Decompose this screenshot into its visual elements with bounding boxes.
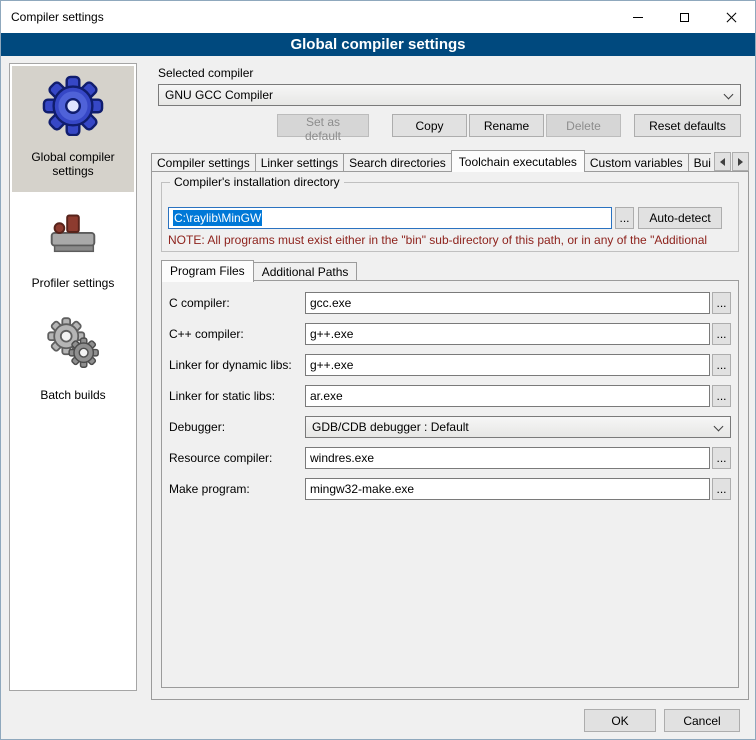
toolchain-executables-panel: Compiler's installation directory C:\ray… [151,171,749,700]
auto-detect-button[interactable]: Auto-detect [638,207,722,229]
sidebar-item-label: Global compiler settings [14,150,132,178]
resource-compiler-browse-button[interactable]: ... [712,447,731,469]
tab-custom-variables[interactable]: Custom variables [584,153,689,172]
dynamic-linker-browse-button[interactable]: ... [712,354,731,376]
tab-scroll-left-button[interactable] [714,152,731,171]
subtab-additional-paths[interactable]: Additional Paths [253,262,358,281]
window-title: Compiler settings [11,10,104,24]
program-files-subtabstrip: Program Files Additional Paths [161,259,357,281]
field-row-resource-compiler: Resource compiler: ... [169,447,731,469]
page-title: Global compiler settings [1,33,755,56]
chevron-down-icon [714,422,724,432]
field-row-static-linker: Linker for static libs: ... [169,385,731,407]
installation-directory-row: C:\raylib\MinGW ... Auto-detect [168,207,722,229]
gear-blue-icon [42,74,104,136]
installation-directory-groupbox: Compiler's installation directory C:\ray… [161,182,739,252]
cancel-button[interactable]: Cancel [664,709,740,732]
compiler-settings-dialog: Compiler settings Global compiler settin… [0,0,756,740]
titlebar: Compiler settings [1,1,755,33]
sidebar-item-batch-builds[interactable]: Batch builds [12,304,134,416]
close-icon [725,11,738,24]
field-row-debugger: Debugger: GDB/CDB debugger : Default [169,416,731,438]
gears-gray-icon [42,312,104,374]
dynamic-linker-input[interactable] [305,354,710,376]
cpp-compiler-label: C++ compiler: [169,327,305,341]
make-program-input[interactable] [305,478,710,500]
static-linker-input[interactable] [305,385,710,407]
debugger-label: Debugger: [169,420,305,434]
window-controls [614,1,755,33]
triangle-right-icon [738,158,743,166]
installation-directory-legend: Compiler's installation directory [170,175,344,189]
profiler-tool-icon [42,200,104,262]
tab-toolchain-executables[interactable]: Toolchain executables [451,150,585,172]
tab-search-directories[interactable]: Search directories [343,153,452,172]
tab-scroll-right-button[interactable] [732,152,749,171]
tab-scroll-buttons [711,152,749,171]
field-row-c-compiler: C compiler: ... [169,292,731,314]
selected-compiler-label: Selected compiler [158,66,253,80]
bin-subdirectory-note: NOTE: All programs must exist either in … [168,233,735,247]
reset-defaults-button[interactable]: Reset defaults [634,114,741,137]
static-linker-label: Linker for static libs: [169,389,305,403]
field-row-make-program: Make program: ... [169,478,731,500]
selected-compiler-dropdown[interactable]: GNU GCC Compiler [158,84,741,106]
debugger-dropdown[interactable]: GDB/CDB debugger : Default [305,416,731,438]
install-dir-input[interactable]: C:\raylib\MinGW [168,207,612,229]
maximize-icon [680,13,689,22]
ok-button[interactable]: OK [584,709,656,732]
set-as-default-button: Set as default [277,114,369,137]
delete-button: Delete [546,114,621,137]
field-row-cpp-compiler: C++ compiler: ... [169,323,731,345]
minimize-icon [633,17,643,18]
settings-tabstrip: Compiler settings Linker settings Search… [151,150,749,172]
settings-category-sidebar: Global compiler settings Profiler settin… [9,63,137,691]
sidebar-item-label: Profiler settings [32,276,115,290]
dynamic-linker-label: Linker for dynamic libs: [169,358,305,372]
c-compiler-label: C compiler: [169,296,305,310]
resource-compiler-label: Resource compiler: [169,451,305,465]
static-linker-browse-button[interactable]: ... [712,385,731,407]
field-row-dynamic-linker: Linker for dynamic libs: ... [169,354,731,376]
debugger-value: GDB/CDB debugger : Default [312,420,469,434]
chevron-down-icon [724,90,734,100]
make-program-label: Make program: [169,482,305,496]
make-program-browse-button[interactable]: ... [712,478,731,500]
selected-compiler-value: GNU GCC Compiler [165,88,273,102]
subtab-program-files[interactable]: Program Files [161,260,254,282]
dialog-footer: OK Cancel [584,709,740,732]
compiler-actions: Set as default Copy Rename Delete Reset … [158,114,741,137]
install-dir-selected-text: C:\raylib\MinGW [173,210,262,226]
program-files-panel: C compiler: ... C++ compiler: ... Linker… [161,280,739,688]
triangle-left-icon [720,158,725,166]
sidebar-item-profiler-settings[interactable]: Profiler settings [12,192,134,304]
maximize-button[interactable] [661,1,708,33]
install-dir-browse-button[interactable]: ... [615,207,634,229]
close-button[interactable] [708,1,755,33]
minimize-button[interactable] [614,1,661,33]
tab-compiler-settings[interactable]: Compiler settings [151,153,256,172]
sidebar-item-label: Batch builds [40,388,105,402]
cpp-compiler-input[interactable] [305,323,710,345]
resource-compiler-input[interactable] [305,447,710,469]
copy-button[interactable]: Copy [392,114,467,137]
tab-linker-settings[interactable]: Linker settings [255,153,344,172]
sidebar-item-global-compiler-settings[interactable]: Global compiler settings [12,66,134,192]
c-compiler-input[interactable] [305,292,710,314]
cpp-compiler-browse-button[interactable]: ... [712,323,731,345]
rename-button[interactable]: Rename [469,114,544,137]
c-compiler-browse-button[interactable]: ... [712,292,731,314]
